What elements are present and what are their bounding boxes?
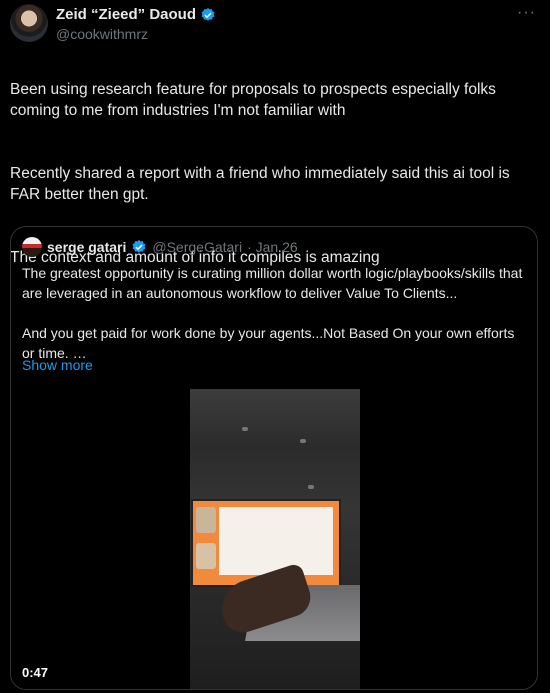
author-name-row: Zeid “Zieed” Daoud (56, 6, 216, 23)
quoted-paragraph-1: The greatest opportunity is curating mil… (22, 265, 523, 301)
quoted-paragraph-2: And you get paid for work done by your a… (22, 325, 515, 361)
video-participant (196, 543, 216, 569)
video-frame-detail (300, 439, 306, 443)
show-more-link[interactable]: Show more (22, 357, 93, 373)
video-slide (219, 507, 333, 575)
verified-badge-icon (132, 240, 146, 253)
author-name[interactable]: Zeid “Zieed” Daoud (56, 6, 196, 23)
verified-badge-icon (201, 7, 215, 21)
quoted-author-avatar[interactable] (22, 237, 42, 257)
quoted-tweet-header: serge gatari @SergeGatari · Jan 26 (22, 237, 298, 257)
author-handle[interactable]: @cookwithmrz (56, 26, 148, 42)
quoted-tweet-body: The greatest opportunity is curating mil… (22, 263, 530, 383)
quoted-tweet-date[interactable]: · Jan 26 (247, 239, 298, 255)
video-duration: 0:47 (22, 665, 49, 680)
quoted-tweet[interactable]: serge gatari @SergeGatari · Jan 26 The g… (10, 226, 538, 690)
tweet-paragraph-1: Been using research feature for proposal… (10, 81, 496, 119)
video-participant (196, 507, 216, 533)
quoted-author-name[interactable]: serge gatari (47, 239, 126, 255)
video-frame-detail (308, 485, 314, 489)
author-avatar[interactable] (10, 4, 48, 42)
video-player[interactable] (190, 389, 360, 689)
more-icon[interactable]: ··· (517, 4, 536, 22)
video-frame-detail (242, 427, 248, 431)
tweet-paragraph-2: Recently shared a report with a friend w… (10, 165, 510, 203)
quoted-author-handle[interactable]: @SergeGatari (152, 239, 242, 255)
